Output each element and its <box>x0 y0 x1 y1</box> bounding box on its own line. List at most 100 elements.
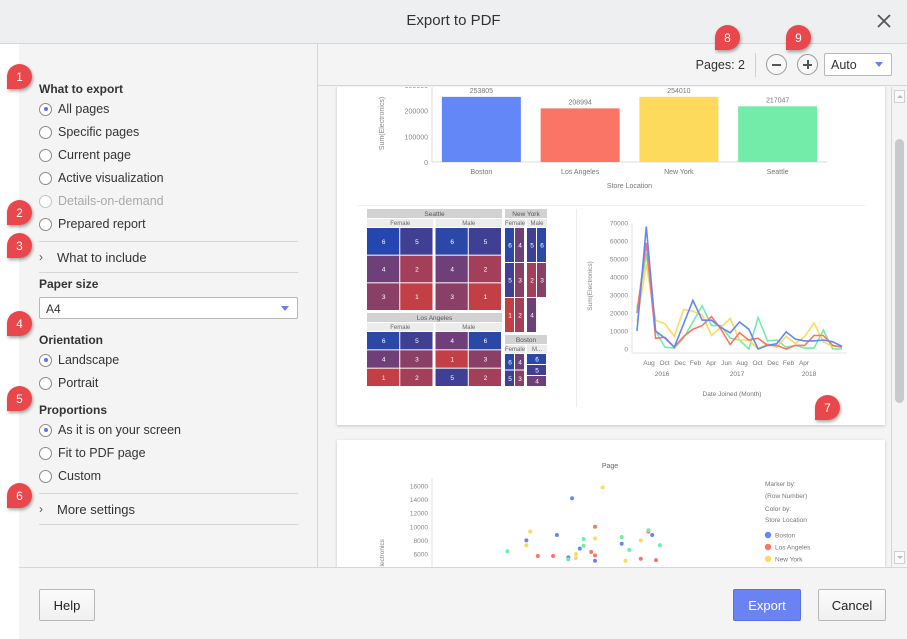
radio-label: Active visualization <box>58 171 164 185</box>
treemap-cell-label: 6 <box>382 239 386 246</box>
radio-dot <box>39 171 52 185</box>
treemap-group-label: Boston <box>516 337 537 344</box>
treemap-cell-label: 6 <box>540 243 544 250</box>
treemap-cell-label: 5 <box>415 338 419 345</box>
treemap-cell-label: 3 <box>415 357 419 364</box>
x-group-label: 2017 <box>730 371 745 378</box>
y-tick-label: 10000 <box>410 524 428 531</box>
radio-custom[interactable]: Custom <box>39 467 101 485</box>
callout-number: 8 <box>724 30 731 45</box>
radio-active-visualization[interactable]: Active visualization <box>39 169 164 187</box>
paper-size-select[interactable]: A4 <box>39 297 298 319</box>
scatter-point <box>638 556 643 561</box>
y-tick-label: 0 <box>424 160 428 167</box>
callout-badge-7: 7 <box>815 395 840 420</box>
bar-data-label: 253805 <box>470 88 493 95</box>
scatter-point <box>593 558 597 563</box>
bar-data-label: 208994 <box>568 99 591 106</box>
what-to-include-expander[interactable]: › What to include <box>39 247 147 267</box>
treemap-subgroup-label: Male <box>462 325 476 331</box>
callout-number: 6 <box>16 488 23 503</box>
zoom-level-select[interactable]: Auto <box>824 53 892 76</box>
dialog-title: Export to PDF <box>406 12 501 29</box>
radio-landscape[interactable]: Landscape <box>39 351 119 369</box>
line-series-new-york <box>636 264 842 350</box>
y-tick-label: 0 <box>624 347 628 354</box>
proportions-heading: Proportions <box>39 403 107 417</box>
pdf-preview-area[interactable]: 0 100000 200000 300000 Sum(Electronics) 25380… <box>318 87 907 567</box>
bar <box>441 96 521 162</box>
close-button[interactable] <box>873 10 895 32</box>
treemap-chart: SeattleFemale6 54 23 1Male6 54 23 1Los Angeles… <box>367 209 547 386</box>
y-tick-label: 200000 <box>405 109 428 116</box>
y-tick-label: 100000 <box>405 134 428 141</box>
radio-prepared-report[interactable]: Prepared report <box>39 215 146 233</box>
chart-title: Page <box>602 463 618 470</box>
scroll-thumb[interactable] <box>895 139 904 403</box>
scatter-point <box>551 554 556 558</box>
radio-as-on-screen[interactable]: As it is on your screen <box>39 421 181 439</box>
chevron-right-icon: › <box>39 250 43 264</box>
scatter-point <box>627 547 632 552</box>
scatter-point <box>528 529 533 534</box>
preview-scrollbar[interactable] <box>891 87 907 567</box>
radio-label: Landscape <box>58 353 120 367</box>
treemap-cell-label: 5 <box>484 239 488 246</box>
dropdown-caret-icon <box>875 62 883 67</box>
treemap-group-label: Los Angeles <box>417 315 453 322</box>
zoom-in-button[interactable] <box>797 54 818 75</box>
callout-number: 2 <box>16 205 23 220</box>
x-tick-label: Los Angeles <box>561 169 600 176</box>
scatter-point <box>593 536 597 541</box>
callout-number: 5 <box>16 391 23 406</box>
y-axis-title: Sum(Electronics) <box>587 261 594 310</box>
treemap-cell-label: 5 <box>450 375 454 382</box>
treemap-group-label: New York <box>512 211 540 218</box>
callout-number: 3 <box>16 238 23 253</box>
left-gutter <box>0 44 19 639</box>
treemap-cell-label: 2 <box>484 267 488 274</box>
radio-portrait[interactable]: Portrait <box>39 374 98 392</box>
callout-badge-8: 8 <box>715 25 740 50</box>
zoom-out-button[interactable] <box>766 54 787 75</box>
scroll-up-arrow-icon[interactable] <box>894 90 905 103</box>
legend-marker-by-value: (Row Number) <box>765 493 807 500</box>
radio-label: As it is on your screen <box>58 423 181 437</box>
treemap-cell-label: 4 <box>535 379 539 386</box>
radio-details-on-demand: Details-on-demand <box>39 192 164 210</box>
radio-all-pages[interactable]: All pages <box>39 100 109 118</box>
treemap-cell-label: 2 <box>530 278 534 285</box>
callout-number: 1 <box>16 69 23 84</box>
treemap-subgroup-label: Female <box>505 221 526 227</box>
radio-dot <box>39 148 52 162</box>
scatter-point <box>657 543 662 548</box>
radio-current-page[interactable]: Current page <box>39 146 131 164</box>
treemap-group-label: Seattle <box>424 211 445 218</box>
scatter-point <box>554 533 559 537</box>
radio-dot <box>39 217 52 231</box>
paper-size-value: A4 <box>46 302 61 316</box>
radio-label: Details-on-demand <box>58 194 164 208</box>
y-tick-label: 30000 <box>610 293 628 300</box>
x-group-label: 2018 <box>802 371 817 378</box>
scatter-point <box>619 541 624 546</box>
export-button[interactable]: Export <box>733 589 801 621</box>
x-tick-label: Boston <box>470 169 492 176</box>
help-button[interactable]: Help <box>39 589 95 621</box>
legend-entry-label: Boston <box>775 533 796 540</box>
cancel-button[interactable]: Cancel <box>818 589 886 621</box>
treemap-cell-label: 6 <box>508 243 512 250</box>
radio-label: Specific pages <box>58 125 140 139</box>
more-settings-expander[interactable]: › More settings <box>39 499 135 519</box>
treemap-cell-label: 4 <box>518 359 522 366</box>
x-tick-label: Dec <box>767 360 779 367</box>
legend-marker-by-label: Marker by: <box>765 481 796 488</box>
scatter-point <box>654 558 658 563</box>
radio-fit-to-pdf-page[interactable]: Fit to PDF page <box>39 444 146 462</box>
x-tick-label: Aug <box>643 360 655 367</box>
divider <box>39 493 298 494</box>
scroll-down-arrow-icon[interactable] <box>894 551 905 564</box>
radio-specific-pages[interactable]: Specific pages <box>39 123 139 141</box>
treemap-cell-label: 1 <box>382 375 386 382</box>
divider <box>39 524 298 525</box>
